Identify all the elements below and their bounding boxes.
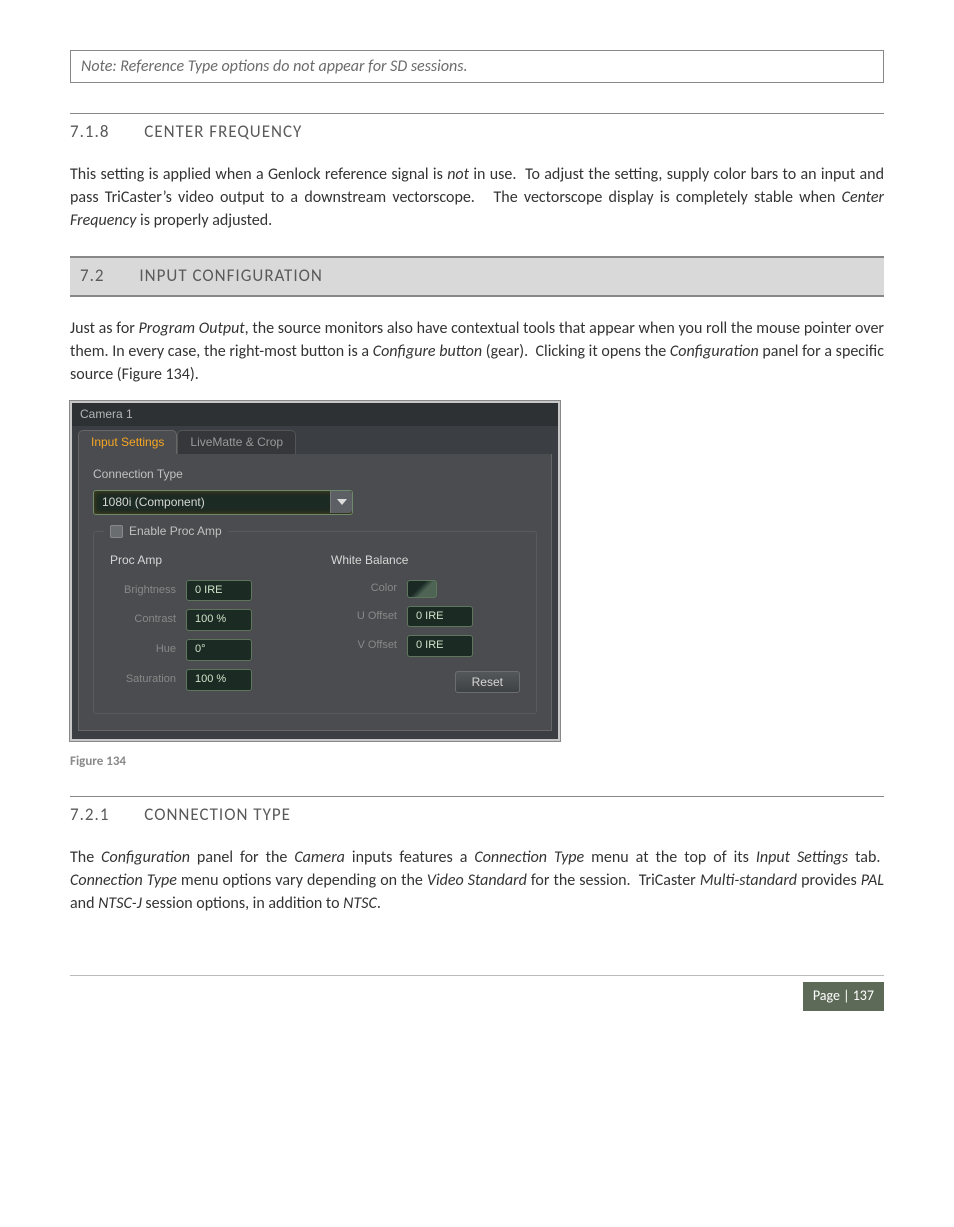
- brightness-label: Brightness: [110, 583, 176, 599]
- tab-body: Connection Type 1080i (Component) Enable…: [78, 454, 552, 731]
- page-footer: Page | 137: [70, 975, 884, 1010]
- section-7-2-title: INPUT CONFIGURATION: [139, 265, 322, 286]
- fieldset-legend: Enable Proc Amp: [104, 523, 228, 540]
- v-offset-value[interactable]: 0 IRE: [407, 635, 473, 657]
- note-text: Note: Reference Type options do not appe…: [81, 57, 468, 76]
- chevron-down-icon: [337, 499, 347, 505]
- connection-type-value: 1080i (Component): [94, 491, 213, 514]
- hue-value[interactable]: 0°: [186, 639, 252, 661]
- connection-type-dropdown[interactable]: 1080i (Component): [93, 490, 353, 515]
- contrast-value[interactable]: 100 %: [186, 609, 252, 631]
- color-label: Color: [331, 581, 397, 597]
- window-title: Camera 1: [72, 403, 558, 426]
- section-7-2-heading: 7.2 INPUT CONFIGURATION: [70, 256, 884, 297]
- proc-amp-column: Proc Amp Brightness 0 IRE Contrast 100 %…: [110, 552, 299, 699]
- hue-label: Hue: [110, 642, 176, 658]
- reset-button[interactable]: Reset: [455, 671, 520, 693]
- u-offset-label: U Offset: [331, 609, 397, 625]
- section-7-2-number: 7.2: [80, 264, 105, 289]
- section-7-1-8-paragraph: This setting is applied when a Genlock r…: [70, 163, 884, 233]
- u-offset-value[interactable]: 0 IRE: [407, 606, 473, 628]
- section-7-1-8-heading: 7.1.8 CENTER FREQUENCY: [70, 113, 884, 145]
- tab-row: Input Settings LiveMatte & Crop: [72, 426, 558, 454]
- section-7-1-8-title: CENTER FREQUENCY: [144, 121, 302, 142]
- brightness-value[interactable]: 0 IRE: [186, 580, 252, 602]
- section-7-2-1-paragraph: The Configuration panel for the Camera i…: [70, 846, 884, 916]
- section-7-2-1-title: CONNECTION TYPE: [144, 804, 291, 825]
- enable-proc-amp-fieldset: Enable Proc Amp Proc Amp Brightness 0 IR…: [93, 531, 537, 714]
- tab-input-settings[interactable]: Input Settings: [78, 430, 177, 454]
- figure-caption: Figure 134: [70, 753, 884, 772]
- proc-amp-heading: Proc Amp: [110, 552, 299, 569]
- contrast-label: Contrast: [110, 612, 176, 628]
- color-swatch[interactable]: [407, 580, 437, 598]
- enable-proc-amp-label: Enable Proc Amp: [129, 523, 222, 540]
- note-box: Note: Reference Type options do not appe…: [70, 50, 884, 83]
- saturation-value[interactable]: 100 %: [186, 669, 252, 691]
- saturation-label: Saturation: [110, 672, 176, 688]
- dropdown-arrow-button[interactable]: [330, 491, 352, 513]
- tab-livematte-crop[interactable]: LiveMatte & Crop: [177, 430, 296, 454]
- connection-type-label: Connection Type: [93, 466, 537, 483]
- page-number-badge: Page | 137: [803, 982, 884, 1010]
- v-offset-label: V Offset: [331, 638, 397, 654]
- white-balance-heading: White Balance: [331, 552, 520, 569]
- section-7-2-paragraph: Just as for Program Output, the source m…: [70, 317, 884, 387]
- section-7-2-1-number: 7.2.1: [70, 803, 109, 828]
- section-7-1-8-number: 7.1.8: [70, 120, 109, 145]
- section-7-2-1-heading: 7.2.1 CONNECTION TYPE: [70, 796, 884, 828]
- screenshot-panel: Camera 1 Input Settings LiveMatte & Crop…: [70, 401, 560, 742]
- enable-proc-amp-checkbox[interactable]: [110, 525, 123, 538]
- white-balance-column: White Balance Color U Offset 0 IRE V Off…: [331, 552, 520, 699]
